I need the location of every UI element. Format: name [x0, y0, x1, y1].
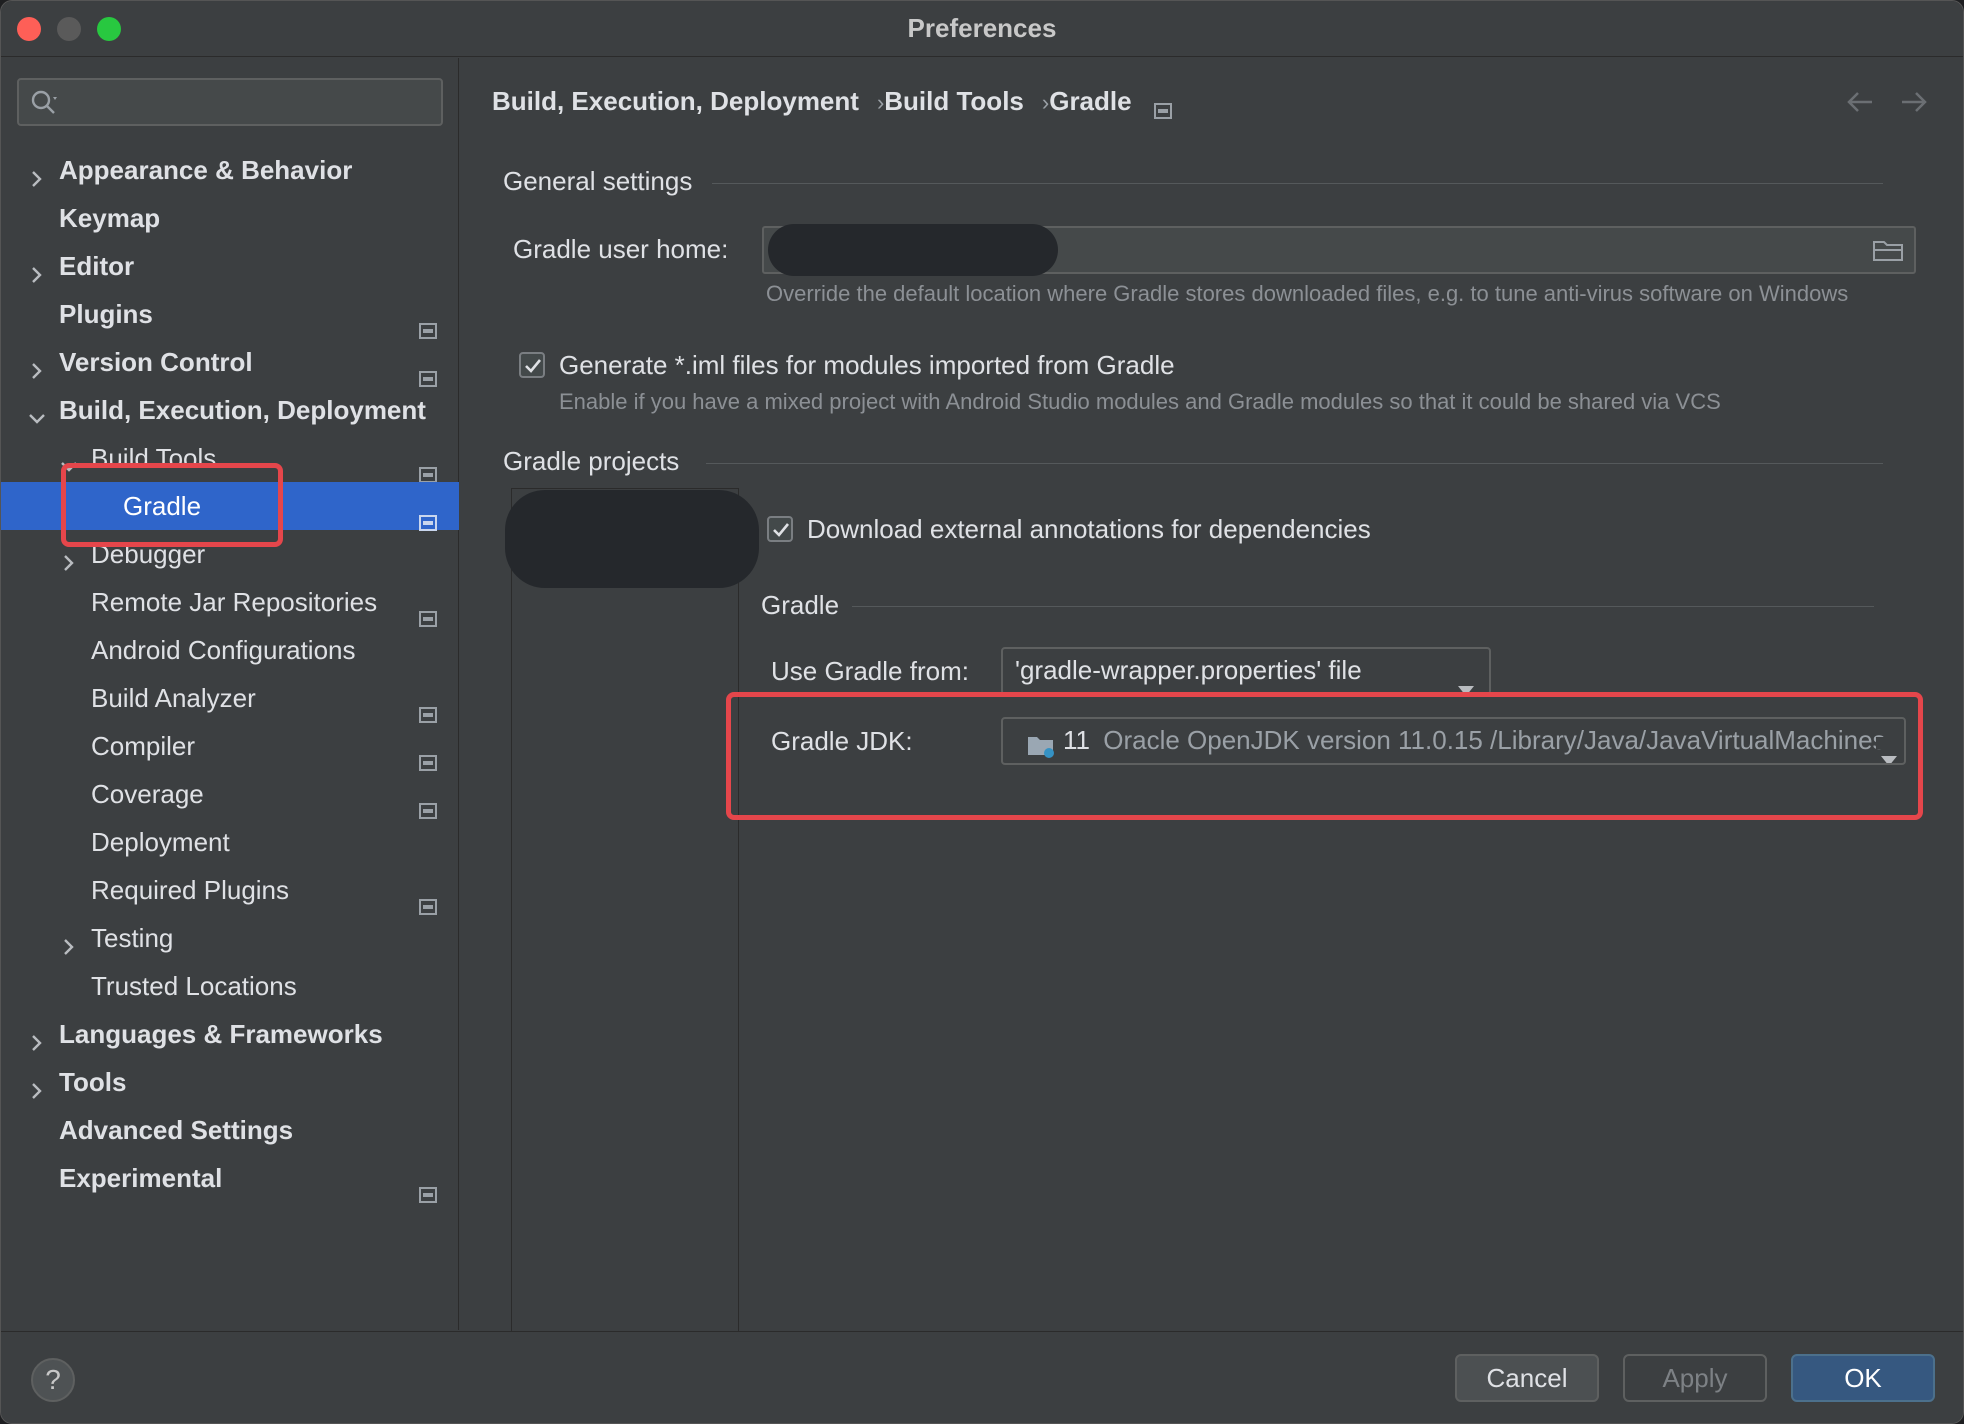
sidebar-item-plugins[interactable]: Plugins: [1, 290, 459, 339]
gradle-projects-list[interactable]: [511, 488, 739, 1356]
project-level-icon: [419, 498, 437, 531]
project-level-icon: [419, 594, 437, 627]
sidebar-item-editor[interactable]: Editor: [1, 242, 459, 290]
download-annotations-checkbox[interactable]: [767, 516, 793, 542]
gradle-user-home-label: Gradle user home:: [513, 234, 729, 264]
dropdown-arrow-icon: [1457, 667, 1475, 693]
sidebar-item-label: Version Control: [59, 347, 253, 377]
folder-browse-icon[interactable]: [1872, 238, 1904, 267]
use-gradle-from-select[interactable]: 'gradle-wrapper.properties' file: [1001, 647, 1491, 695]
use-gradle-from-value: 'gradle-wrapper.properties' file: [1015, 655, 1362, 685]
project-level-icon: [419, 354, 437, 387]
redacted-path: [768, 224, 1058, 276]
generate-iml-checkbox[interactable]: [519, 352, 545, 378]
dialog-footer: ? Cancel Apply OK: [1, 1331, 1963, 1423]
sidebar-item-label: Android Configurations: [91, 635, 356, 665]
generate-iml-label[interactable]: Generate *.iml files for modules importe…: [559, 350, 1175, 381]
sidebar-item-label: Trusted Locations: [91, 971, 297, 1001]
chevron-right-icon[interactable]: [25, 254, 49, 283]
preferences-window: Preferences Appearance & Behavior Keymap E…: [0, 0, 1964, 1424]
sidebar-item-languages-frameworks[interactable]: Languages & Frameworks: [1, 1010, 459, 1058]
apply-button[interactable]: Apply: [1623, 1354, 1767, 1402]
project-level-icon: [419, 690, 437, 723]
chevron-right-icon[interactable]: [25, 158, 49, 187]
settings-tree: Appearance & Behavior Keymap Editor Plugins…: [1, 146, 459, 1203]
sidebar-item-build-execution-deployment[interactable]: Build, Execution, Deployment: [1, 386, 459, 434]
chevron-down-icon[interactable]: [25, 398, 49, 424]
gradle-section-title: Gradle: [761, 590, 840, 620]
chevron-right-icon[interactable]: [25, 350, 49, 379]
breadcrumb-item-gradle: Gradle: [1049, 86, 1132, 116]
download-annotations-label[interactable]: Download external annotations for depend…: [807, 514, 1371, 545]
use-gradle-from-label: Use Gradle from:: [771, 656, 969, 686]
back-arrow-icon[interactable]: [1844, 88, 1876, 116]
sidebar-item-label: Build Analyzer: [91, 683, 256, 713]
gradle-highlight-box: [61, 463, 283, 547]
redacted-project-name: [505, 490, 759, 588]
main-panel: Build, Execution, Deployment ›Build Tools…: [460, 58, 1963, 1356]
general-settings-title: General settings: [503, 166, 693, 196]
breadcrumb-item-build-tools[interactable]: Build Tools: [884, 86, 1024, 116]
settings-search-input[interactable]: [67, 86, 427, 118]
sidebar-item-coverage[interactable]: Coverage: [1, 770, 459, 819]
settings-sidebar: Appearance & Behavior Keymap Editor Plugins…: [1, 58, 459, 1330]
sidebar-item-label: Testing: [91, 923, 174, 953]
sidebar-item-required-plugins[interactable]: Required Plugins: [1, 866, 459, 915]
sidebar-item-label: Tools: [59, 1067, 127, 1097]
project-level-icon: [419, 738, 437, 771]
sidebar-item-remote-jar-repositories[interactable]: Remote Jar Repositories: [1, 578, 459, 627]
sidebar-item-label: Editor: [59, 251, 135, 281]
sidebar-item-label: Languages & Frameworks: [59, 1019, 383, 1049]
project-level-icon: [419, 786, 437, 819]
gradle-projects-title: Gradle projects: [503, 446, 680, 476]
sidebar-item-keymap[interactable]: Keymap: [1, 194, 459, 242]
help-button[interactable]: ?: [31, 1358, 75, 1402]
generate-iml-hint: Enable if you have a mixed project with …: [559, 389, 1721, 414]
chevron-right-icon[interactable]: [57, 926, 81, 955]
sidebar-item-android-configurations[interactable]: Android Configurations: [1, 626, 459, 674]
gradle-jdk-highlight-box: [726, 692, 1923, 820]
chevron-right-icon[interactable]: [25, 1070, 49, 1099]
sidebar-item-label: Compiler: [91, 731, 196, 761]
sidebar-item-label: Experimental: [59, 1163, 223, 1193]
sidebar-item-trusted-locations[interactable]: Trusted Locations: [1, 962, 459, 1010]
title-bar: Preferences: [1, 1, 1963, 57]
sidebar-item-label: Keymap: [59, 203, 161, 233]
sidebar-item-version-control[interactable]: Version Control: [1, 338, 459, 387]
sidebar-item-appearance-behavior[interactable]: Appearance & Behavior: [1, 146, 459, 194]
sidebar-item-label: Build, Execution, Deployment: [59, 395, 426, 425]
sidebar-item-label: Coverage: [91, 779, 204, 809]
gradle-user-home-hint: Override the default location where Grad…: [766, 281, 1849, 306]
sidebar-item-deployment[interactable]: Deployment: [1, 818, 459, 866]
breadcrumb: Build, Execution, Deployment ›Build Tools…: [492, 86, 1172, 120]
sidebar-item-tools[interactable]: Tools: [1, 1058, 459, 1106]
forward-arrow-icon[interactable]: [1898, 88, 1930, 116]
sidebar-item-label: Required Plugins: [91, 875, 290, 905]
sidebar-item-label: Plugins: [59, 299, 153, 329]
section-divider: [852, 606, 1874, 607]
project-level-icon: [419, 882, 437, 915]
project-level-icon: [1153, 95, 1172, 120]
search-icon: [29, 88, 59, 118]
sidebar-item-advanced-settings[interactable]: Advanced Settings: [1, 1106, 459, 1154]
sidebar-item-label: Advanced Settings: [59, 1115, 294, 1145]
ok-button[interactable]: OK: [1791, 1354, 1935, 1402]
sidebar-item-label: Remote Jar Repositories: [91, 587, 378, 617]
settings-search-box[interactable]: [17, 78, 443, 126]
project-level-icon: [419, 450, 437, 483]
sidebar-item-testing[interactable]: Testing: [1, 914, 459, 962]
section-divider: [712, 183, 1883, 184]
window-title: Preferences: [907, 13, 1057, 43]
cancel-button[interactable]: Cancel: [1455, 1354, 1599, 1402]
sidebar-item-experimental[interactable]: Experimental: [1, 1154, 459, 1203]
sidebar-item-label: Deployment: [91, 827, 230, 857]
section-divider: [706, 463, 1883, 464]
sidebar-item-build-analyzer[interactable]: Build Analyzer: [1, 674, 459, 723]
project-level-icon: [419, 306, 437, 339]
project-level-icon: [419, 1170, 437, 1203]
sidebar-item-compiler[interactable]: Compiler: [1, 722, 459, 771]
breadcrumb-item-build-execution-deployment[interactable]: Build, Execution, Deployment: [492, 86, 859, 116]
chevron-right-icon[interactable]: [25, 1022, 49, 1051]
sidebar-item-label: Appearance & Behavior: [59, 155, 353, 185]
